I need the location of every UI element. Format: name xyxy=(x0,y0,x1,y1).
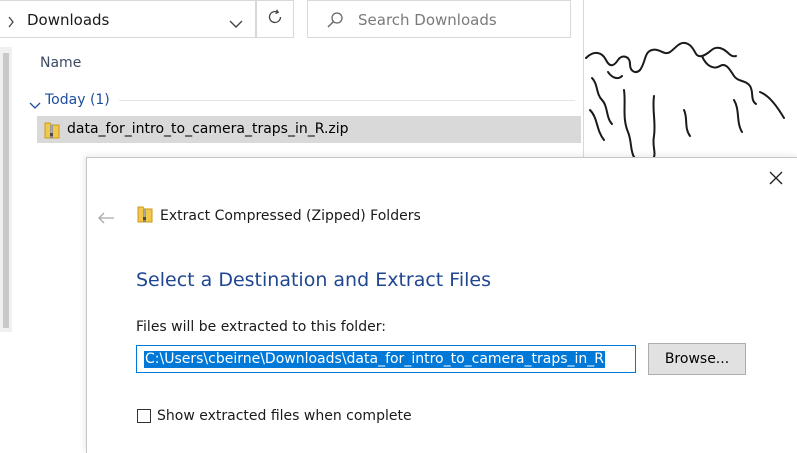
group-header-today[interactable]: Today (1) xyxy=(27,92,577,110)
group-label: Today (1) xyxy=(45,92,110,108)
search-placeholder: Search Downloads xyxy=(358,11,497,29)
scrollbar-thumb[interactable] xyxy=(3,53,9,328)
wizard-title: Extract Compressed (Zipped) Folders xyxy=(160,208,421,224)
page-title: Select a Destination and Extract Files xyxy=(136,269,491,291)
back-arrow-icon[interactable] xyxy=(97,210,115,229)
extract-dialog: Extract Compressed (Zipped) Folders Sele… xyxy=(86,157,797,453)
file-row[interactable]: data_for_intro_to_camera_traps_in_R.zip xyxy=(37,116,581,143)
search-input[interactable]: Search Downloads xyxy=(307,0,571,38)
destination-path-text: C:\Users\cbeirne\Downloads\data_for_intr… xyxy=(144,351,605,368)
destination-label: Files will be extracted to this folder: xyxy=(136,319,386,335)
file-name: data_for_intro_to_camera_traps_in_R.zip xyxy=(67,121,349,137)
group-divider xyxy=(119,100,575,101)
background-sketch-image xyxy=(584,0,797,158)
chevron-down-icon[interactable] xyxy=(29,95,41,114)
search-icon xyxy=(326,11,344,33)
close-icon[interactable] xyxy=(768,170,784,186)
address-bar[interactable]: Downloads xyxy=(0,0,256,38)
refresh-icon xyxy=(267,9,283,29)
browse-button[interactable]: Browse... xyxy=(648,343,746,375)
chevron-down-icon[interactable] xyxy=(229,14,243,33)
refresh-button[interactable] xyxy=(256,0,294,38)
show-files-checkbox[interactable] xyxy=(137,409,151,423)
address-text: Downloads xyxy=(27,11,110,29)
show-files-label[interactable]: Show extracted files when complete xyxy=(157,408,412,424)
navigation-scrollbar[interactable] xyxy=(0,47,12,332)
zip-folder-icon xyxy=(137,205,153,228)
column-header-name[interactable]: Name xyxy=(40,55,81,71)
destination-path-field[interactable]: C:\Users\cbeirne\Downloads\data_for_intr… xyxy=(136,345,636,373)
chevron-right-icon[interactable] xyxy=(7,13,15,32)
zip-folder-icon xyxy=(43,120,61,144)
